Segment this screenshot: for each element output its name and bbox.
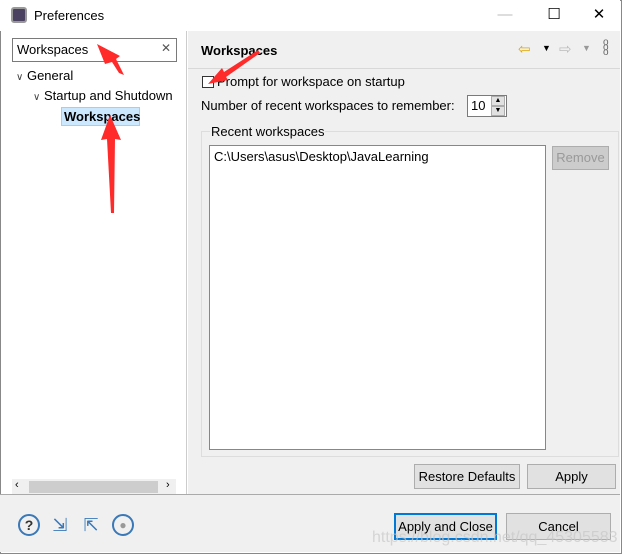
red-arrow-checkbox	[208, 50, 260, 84]
red-arrow-search	[97, 44, 124, 75]
annotation-arrows	[97, 44, 260, 213]
red-arrow-tree	[101, 115, 121, 213]
